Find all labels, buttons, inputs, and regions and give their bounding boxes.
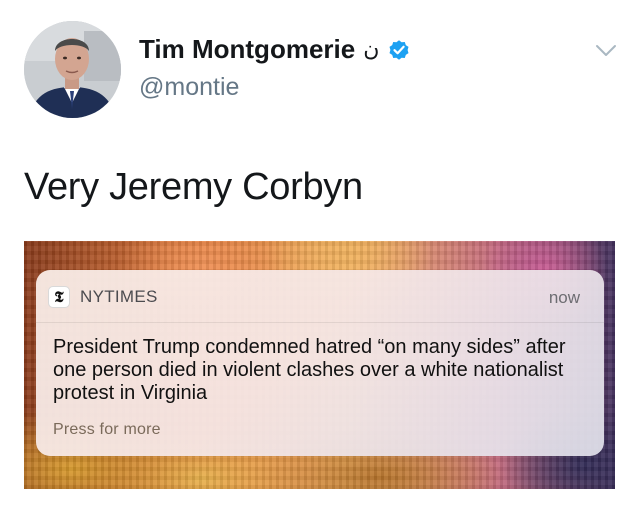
tweet-media-image[interactable]: 𝕿 NYTIMES now President Trump condemned … xyxy=(24,241,615,489)
tweet-card: Tim Montgomerie ن @montie Very Jeremy Co… xyxy=(0,0,639,511)
push-notification: 𝕿 NYTIMES now President Trump condemned … xyxy=(36,270,604,456)
notification-time: now xyxy=(548,288,580,307)
avatar[interactable] xyxy=(24,21,121,118)
notification-body: President Trump condemned hatred “on man… xyxy=(53,336,566,404)
author-name-symbol: ن xyxy=(363,36,380,62)
tweet-text: Very Jeremy Corbyn xyxy=(24,166,363,208)
chevron-down-icon[interactable] xyxy=(595,44,617,58)
notification-header: 𝕿 NYTIMES now xyxy=(36,270,604,323)
verified-badge-icon xyxy=(387,38,411,62)
author-name-row[interactable]: Tim Montgomerie ن xyxy=(139,34,411,65)
notification-app-name: NYTIMES xyxy=(80,287,158,306)
author-display-name[interactable]: Tim Montgomerie xyxy=(139,34,355,65)
notification-action: Press for more xyxy=(53,421,161,438)
author-handle[interactable]: @montie xyxy=(139,73,239,102)
nytimes-logo-icon: 𝕿 xyxy=(48,286,70,308)
